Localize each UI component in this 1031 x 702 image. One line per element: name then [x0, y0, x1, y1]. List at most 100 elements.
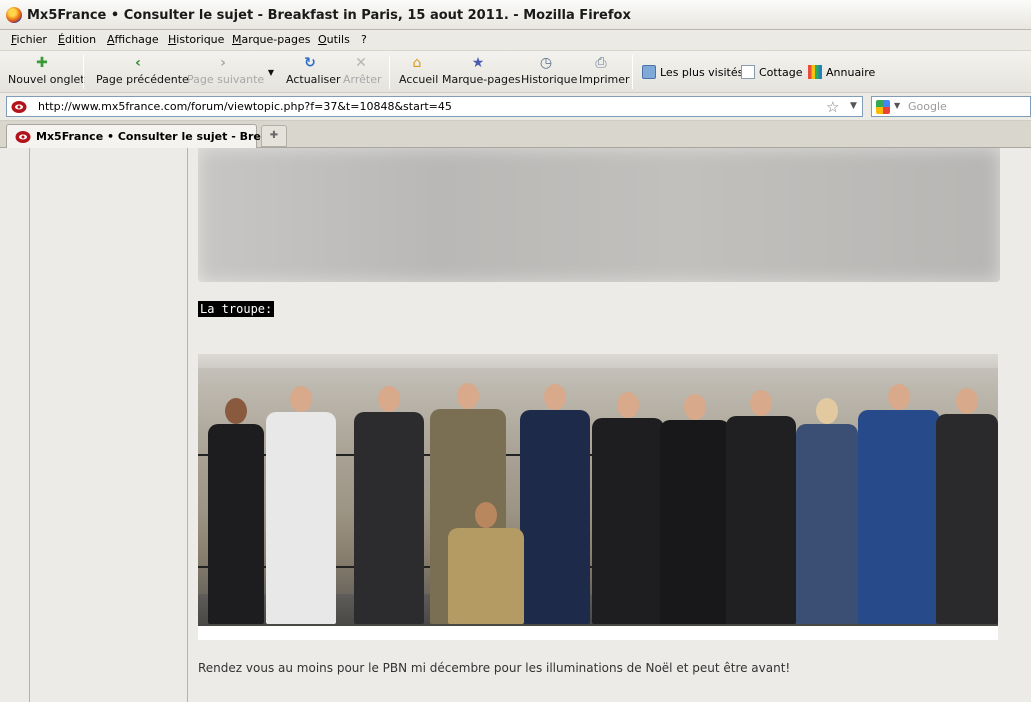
- photo-person: [266, 386, 336, 624]
- bookmarks-label: Marque-pages: [442, 73, 521, 86]
- post-body-text: Rendez vous au moins pour le PBN mi déce…: [198, 661, 791, 675]
- url-text: http://www.mx5france.com/forum/viewtopic…: [38, 100, 452, 113]
- url-field[interactable]: http://www.mx5france.com/forum/viewtopic…: [6, 96, 863, 117]
- back-button[interactable]: ‹ Page précédente: [96, 55, 189, 91]
- bookmark-label: Annuaire: [826, 66, 876, 79]
- tab-label: Mx5France • Consulter le sujet - Bre...: [36, 130, 274, 143]
- photo-head: [956, 388, 978, 414]
- menu-marque-pages[interactable]: Marque-pages: [232, 33, 310, 46]
- home-button[interactable]: ⌂ Accueil: [399, 55, 439, 91]
- new-tab-label: Nouvel onglet: [8, 73, 85, 86]
- google-icon[interactable]: [876, 100, 890, 114]
- back-label: Page précédente: [96, 73, 189, 86]
- photo-person: [858, 384, 940, 624]
- reload-button[interactable]: ↻ Actualiser: [286, 55, 341, 91]
- blurred-image: [198, 148, 1000, 282]
- photo-person: [796, 398, 858, 624]
- photo-head: [617, 392, 639, 418]
- url-dropdown-icon[interactable]: ▼: [850, 101, 857, 111]
- menu-historique[interactable]: Historique: [168, 33, 224, 46]
- photo-person: [936, 388, 998, 624]
- bookmark-annuaire[interactable]: Annuaire: [808, 65, 875, 79]
- forward-button[interactable]: › Page suivante: [187, 55, 264, 91]
- photo-bottom-border: [198, 626, 998, 640]
- menu-edition[interactable]: Édition: [58, 33, 96, 46]
- left-margin: [0, 148, 30, 702]
- photo-head: [750, 390, 772, 416]
- title-bar: Mx5France • Consulter le sujet - Breakfa…: [0, 0, 1031, 30]
- toolbar-separator: [389, 55, 390, 89]
- photo-person: [726, 390, 796, 624]
- bookmark-cottage[interactable]: Cottage: [741, 65, 803, 79]
- annuaire-icon: [808, 65, 822, 79]
- tab-mx5france[interactable]: Mx5France • Consulter le sujet - Bre...: [6, 124, 273, 148]
- site-favicon-icon: [11, 100, 27, 114]
- photo-head: [475, 502, 497, 528]
- toolbar-separator: [632, 55, 633, 89]
- new-tab-icon: ✚: [36, 55, 48, 71]
- photo-head: [457, 383, 479, 409]
- firefox-icon: [6, 7, 22, 23]
- stop-icon: ✕: [355, 55, 367, 71]
- photo-head: [378, 386, 400, 412]
- photo-sky: [198, 354, 998, 368]
- chevron-down-icon: ▼: [267, 68, 275, 77]
- photo-person: [354, 386, 424, 624]
- page-content: La troupe: Rendez vous au moins pour le …: [0, 148, 1031, 702]
- home-label: Accueil: [399, 73, 439, 86]
- new-tab-button[interactable]: ✚ Nouvel onglet: [8, 55, 85, 91]
- reload-icon: ↻: [304, 55, 316, 71]
- page-icon: [741, 65, 755, 79]
- reload-label: Actualiser: [286, 73, 341, 86]
- tab-strip: Mx5France • Consulter le sujet - Bre... …: [0, 121, 1031, 148]
- print-button[interactable]: ⎙ Imprimer: [579, 55, 630, 91]
- bookmarks-button[interactable]: ★ Marque-pages: [442, 55, 520, 91]
- photo-head: [225, 398, 247, 424]
- back-arrow-icon: ‹: [135, 55, 141, 71]
- post-author-column: [31, 148, 188, 702]
- menu-fichier[interactable]: Fichier: [11, 33, 47, 46]
- history-button[interactable]: ◷ Historique: [521, 55, 577, 91]
- menu-outils[interactable]: Outils: [318, 33, 350, 46]
- search-placeholder: Google: [908, 100, 947, 113]
- photo-person: [448, 502, 524, 624]
- menu-affichage[interactable]: Affichage: [107, 33, 159, 46]
- new-tab-plus-button[interactable]: ✚: [261, 125, 287, 147]
- photo-person: [520, 384, 590, 624]
- photo-person: [208, 398, 264, 624]
- search-field[interactable]: ▼ Google: [871, 96, 1031, 117]
- print-label: Imprimer: [579, 73, 630, 86]
- stop-button[interactable]: ✕ Arrêter: [343, 55, 382, 91]
- bookmark-most-visited[interactable]: Les plus visités: [642, 65, 743, 79]
- window-title: Mx5France • Consulter le sujet - Breakfa…: [27, 8, 631, 23]
- magnifier-folder-icon: [642, 65, 656, 79]
- photo-person: [660, 394, 730, 624]
- clock-icon: ◷: [539, 55, 553, 71]
- site-favicon-icon: [15, 130, 31, 144]
- photo-head: [544, 384, 566, 410]
- history-label: Historique: [521, 73, 578, 86]
- photo-person: [592, 392, 664, 624]
- home-icon: ⌂: [412, 55, 422, 71]
- bookmark-label: Cottage: [759, 66, 803, 79]
- menu-bar: Fichier Édition Affichage Historique Mar…: [0, 30, 1031, 51]
- bookmarks-icon: ★: [471, 55, 485, 71]
- bookmark-star-icon[interactable]: ☆: [826, 98, 839, 116]
- post-caption: La troupe:: [198, 301, 275, 317]
- printer-icon: ⎙: [595, 55, 607, 71]
- menu-help[interactable]: ?: [361, 33, 367, 46]
- photo-head: [888, 384, 910, 410]
- address-bar-row: http://www.mx5france.com/forum/viewtopic…: [0, 93, 1031, 121]
- search-engine-dropdown-icon[interactable]: ▼: [894, 101, 900, 110]
- stop-label: Arrêter: [343, 73, 382, 86]
- photo-head: [816, 398, 838, 424]
- forward-label: Page suivante: [187, 73, 265, 86]
- plus-icon: ✚: [269, 130, 279, 141]
- group-photo: [198, 354, 998, 640]
- photo-head: [290, 386, 312, 412]
- toolbar-separator: [83, 55, 84, 89]
- bookmark-label: Les plus visités: [660, 66, 744, 79]
- navigation-toolbar: ✚ Nouvel onglet ‹ Page précédente › Page…: [0, 51, 1031, 93]
- forward-arrow-icon: ›: [220, 55, 226, 71]
- photo-head: [684, 394, 706, 420]
